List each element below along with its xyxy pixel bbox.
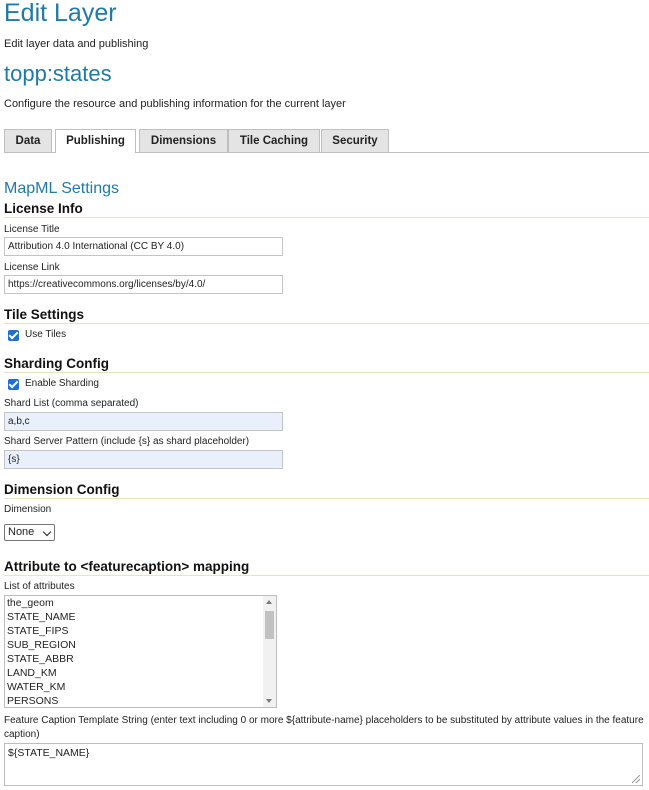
- dimension-label: Dimension: [4, 504, 52, 515]
- list-item[interactable]: SUB_REGION: [7, 639, 76, 651]
- license-link-label: License Link: [4, 262, 60, 273]
- use-tiles-checkbox[interactable]: [8, 330, 19, 341]
- license-title-input[interactable]: Attribution 4.0 International (CC BY 4.0…: [4, 237, 283, 256]
- dimension-config-heading: Dimension Config: [4, 482, 120, 497]
- list-item[interactable]: LAND_KM: [7, 667, 57, 679]
- resize-grip-icon[interactable]: [632, 775, 640, 783]
- section-divider: [4, 217, 649, 218]
- scroll-up-icon[interactable]: [266, 600, 272, 604]
- section-divider: [4, 323, 649, 324]
- section-divider: [4, 498, 649, 499]
- page-subtitle: Edit layer data and publishing: [4, 38, 149, 50]
- caption-template-label: Feature Caption Template String (enter t…: [4, 715, 644, 740]
- use-tiles-label: Use Tiles: [25, 329, 67, 340]
- tab-tile-caching[interactable]: Tile Caching: [228, 129, 320, 152]
- tab-security[interactable]: Security: [321, 129, 389, 152]
- sharding-config-heading: Sharding Config: [4, 356, 109, 371]
- tab-dimensions[interactable]: Dimensions: [139, 129, 228, 152]
- shard-list-label: Shard List (comma separated): [4, 398, 139, 409]
- tab-data[interactable]: Data: [4, 129, 52, 152]
- list-item[interactable]: STATE_ABBR: [7, 653, 74, 665]
- caption-template-value: ${STATE_NAME}: [8, 747, 90, 759]
- layer-description: Configure the resource and publishing in…: [4, 98, 346, 110]
- list-item[interactable]: STATE_FIPS: [7, 625, 68, 637]
- shard-pattern-label: Shard Server Pattern (include {s} as sha…: [4, 436, 250, 447]
- caption-mapping-heading: Attribute to <featurecaption> mapping: [4, 559, 250, 574]
- list-item[interactable]: WATER_KM: [7, 681, 65, 693]
- dimension-selected-value: None: [8, 526, 35, 538]
- mapml-settings-heading: MapML Settings: [4, 180, 120, 197]
- scrollbar-thumb[interactable]: [265, 611, 274, 639]
- section-divider: [4, 575, 649, 576]
- list-item[interactable]: STATE_NAME: [7, 611, 75, 623]
- layer-name: topp:states: [4, 61, 112, 86]
- shard-pattern-input[interactable]: {s}: [4, 450, 283, 469]
- tile-settings-heading: Tile Settings: [4, 307, 85, 322]
- tab-bar: Data Publishing Dimensions Tile Caching …: [4, 129, 649, 153]
- license-info-heading: License Info: [4, 201, 83, 216]
- caption-template-textarea[interactable]: ${STATE_NAME}: [4, 743, 643, 786]
- license-title-label: License Title: [4, 224, 60, 235]
- listbox-scrollbar[interactable]: [263, 596, 276, 707]
- enable-sharding-checkbox[interactable]: [8, 379, 19, 390]
- shard-list-input[interactable]: a,b,c: [4, 412, 283, 431]
- section-divider: [4, 372, 649, 373]
- list-item[interactable]: PERSONS: [7, 695, 58, 707]
- scroll-down-icon[interactable]: [266, 699, 272, 703]
- chevron-down-icon: [42, 527, 52, 537]
- license-link-input[interactable]: https://creativecommons.org/licenses/by/…: [4, 275, 283, 294]
- enable-sharding-label: Enable Sharding: [25, 378, 99, 389]
- page-title: Edit Layer: [4, 0, 117, 27]
- dimension-select[interactable]: None: [4, 524, 55, 541]
- tab-publishing[interactable]: Publishing: [55, 129, 136, 153]
- attribute-listbox[interactable]: the_geom STATE_NAME STATE_FIPS SUB_REGIO…: [4, 595, 277, 708]
- list-item[interactable]: the_geom: [7, 597, 54, 609]
- attribute-list-label: List of attributes: [4, 581, 75, 592]
